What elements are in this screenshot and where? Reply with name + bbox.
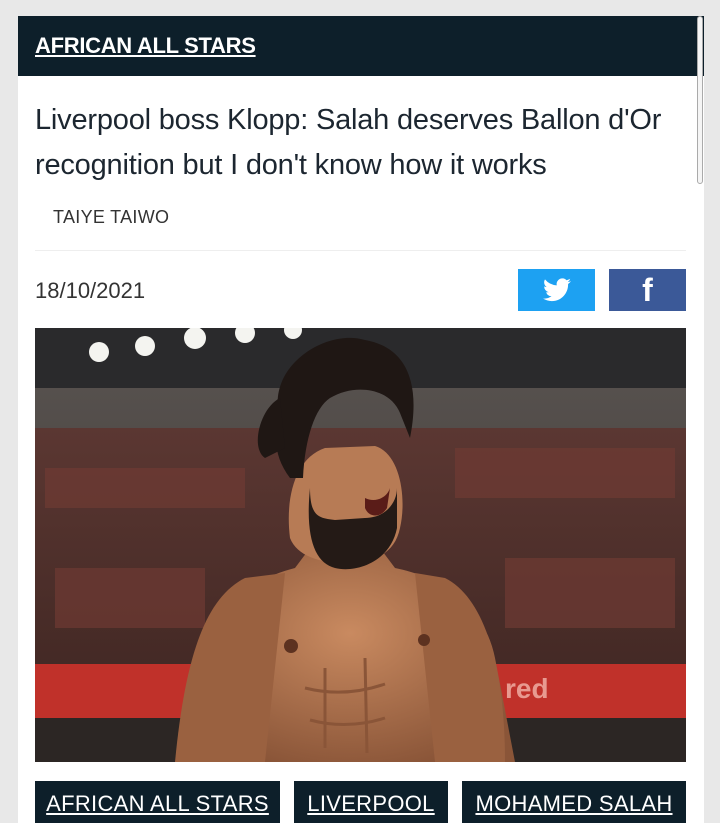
tag-mohamed-salah[interactable]: MOHAMED SALAH [462,781,686,823]
tag-label: AFRICAN ALL STARS [46,791,269,816]
tag-liverpool[interactable]: LIVERPOOL [294,781,448,823]
facebook-f-icon: f [642,272,653,308]
stadium-banner-text: red [505,673,549,704]
article-author[interactable]: TAIYE TAIWO [53,207,169,228]
category-link[interactable]: AFRICAN ALL STARS [35,33,256,59]
tag-label: MOHAMED SALAH [475,791,673,816]
facebook-share-button[interactable]: f [609,269,686,311]
article-card: AFRICAN ALL STARS Liverpool boss Klopp: … [18,16,704,823]
category-header: AFRICAN ALL STARS [18,16,704,76]
hero-image: red [35,328,686,762]
twitter-bird-icon [542,278,571,302]
twitter-share-button[interactable] [518,269,595,311]
scrollbar-thumb[interactable] [697,16,703,184]
article-date: 18/10/2021 [35,278,146,303]
article-headline: Liverpool boss Klopp: Salah deserves Bal… [35,104,662,181]
scrollbar[interactable] [696,16,704,184]
tag-african-all-stars[interactable]: AFRICAN ALL STARS [35,781,280,823]
divider [35,250,686,251]
tag-label: LIVERPOOL [307,791,435,816]
